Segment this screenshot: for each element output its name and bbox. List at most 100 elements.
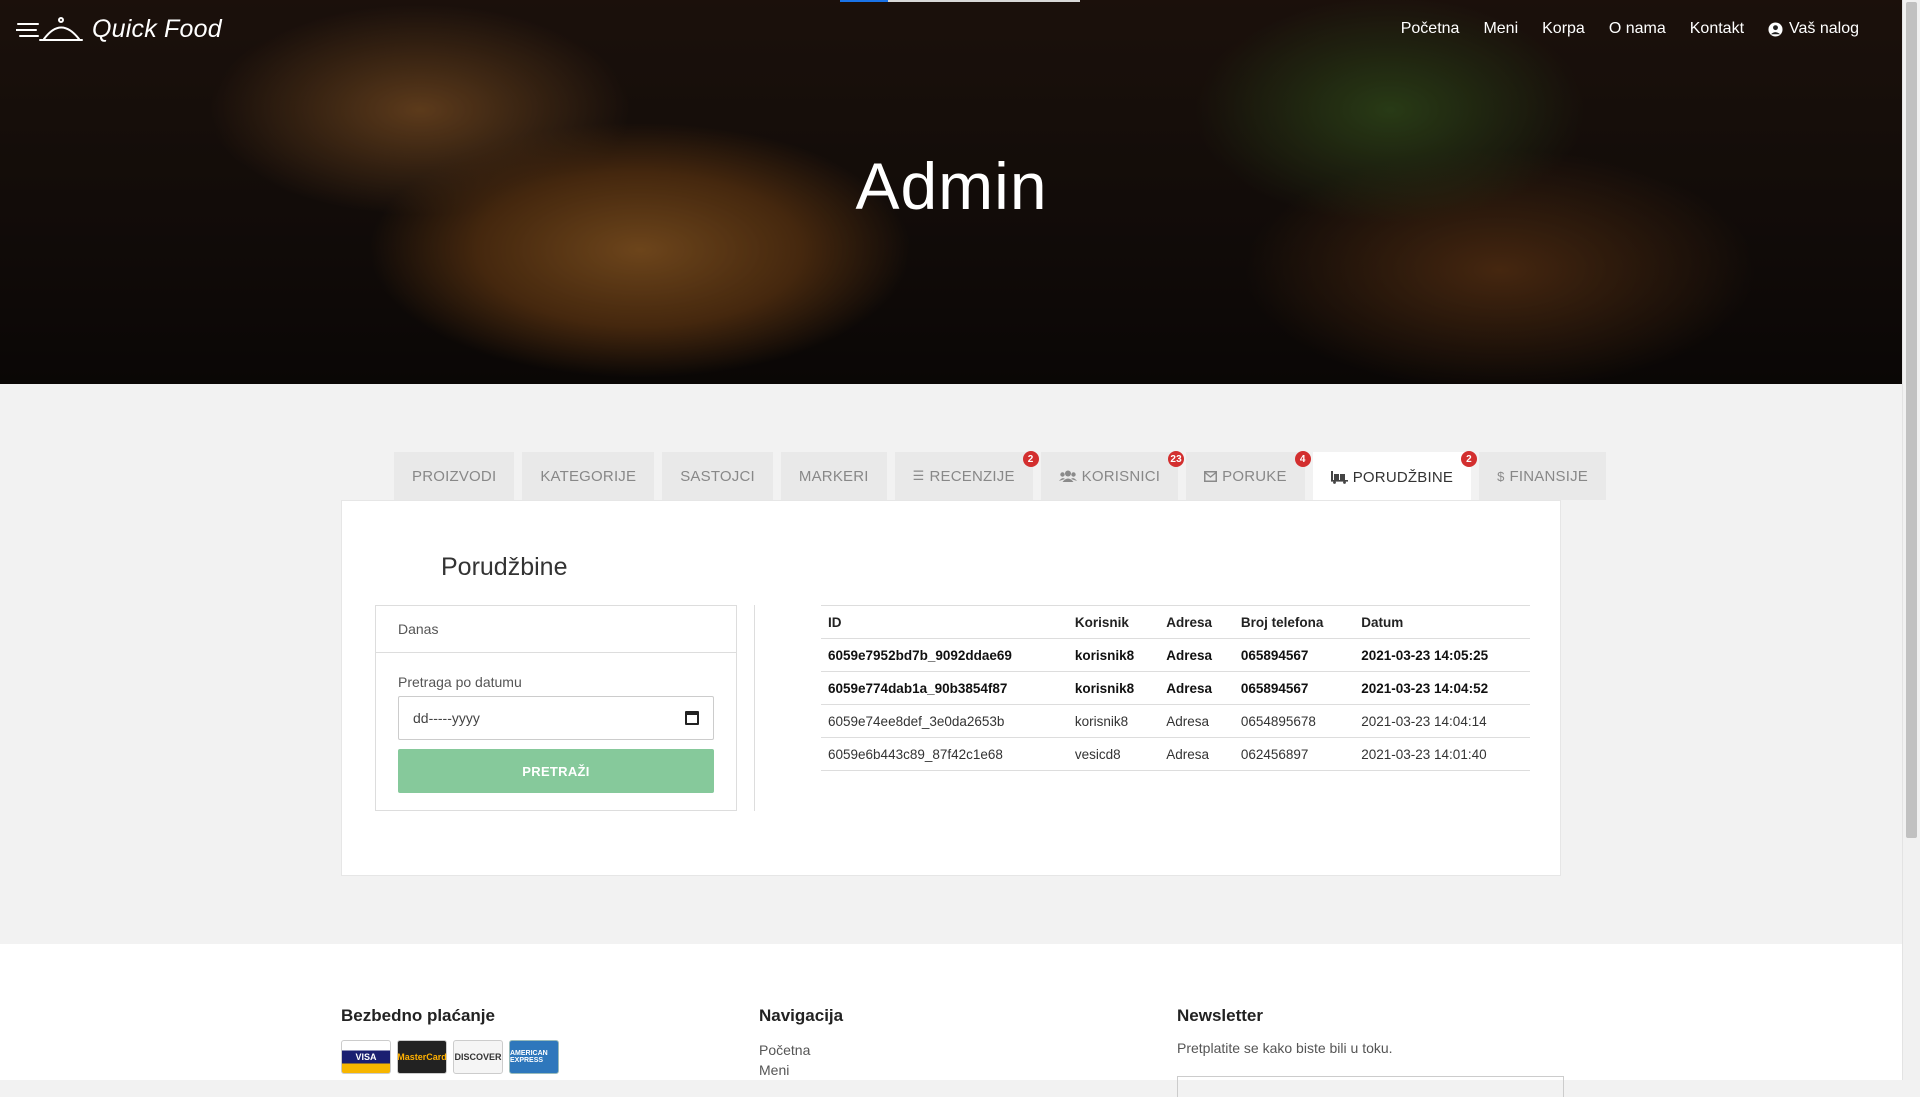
date-filter-box: Danas Pretraga po datumu dd-----yyyy PRE… — [375, 605, 737, 811]
cell-date: 2021-03-23 14:05:25 — [1354, 638, 1530, 672]
tab-label: SASTOJCI — [680, 467, 755, 485]
cell-date: 2021-03-23 14:01:40 — [1354, 737, 1530, 771]
cell-date: 2021-03-23 14:04:52 — [1354, 671, 1530, 705]
calendar-icon[interactable] — [685, 711, 699, 725]
cell-phone: 065894567 — [1233, 638, 1355, 672]
page-scrollbar[interactable] — [1902, 0, 1920, 1080]
cell-address: Adresa — [1159, 704, 1234, 738]
tab-finansije[interactable]: $ FINANSIJE — [1479, 452, 1606, 500]
newsletter-text: Pretplatite se kako biste bili u toku. — [1177, 1040, 1393, 1056]
date-search-label: Pretraga po datumu — [398, 674, 522, 690]
orders-panel: Porudžbine Danas Pretraga po datumu dd--… — [341, 500, 1561, 876]
site-footer: Bezbedno plaćanje VISA MasterCard DISCOV… — [0, 944, 1903, 1097]
tab-label: PROIZVODI — [412, 467, 497, 485]
cell-id: 6059e74ee8def_3e0da2653b — [821, 704, 1068, 738]
tab-kategorije[interactable]: KATEGORIJE — [522, 452, 655, 500]
date-placeholder: dd-----yyyy — [413, 710, 480, 726]
users-icon — [1058, 470, 1077, 482]
nav-link-o-nama[interactable]: O nama — [1609, 20, 1666, 38]
list-icon: ☰ — [912, 468, 925, 483]
tab-poruke[interactable]: PORUKE 4 — [1186, 451, 1311, 500]
count-badge: 23 — [1168, 451, 1185, 467]
tab-label: PORUDŽBINE — [1352, 468, 1454, 486]
loading-indicator — [840, 0, 1080, 2]
count-badge: 2 — [1022, 451, 1039, 467]
tab-label: RECENZIJE — [929, 467, 1015, 485]
column-header-id: ID — [821, 605, 1068, 639]
tab-label: MARKERI — [798, 467, 869, 485]
newsletter-title: Newsletter — [1177, 1006, 1263, 1025]
cell-date: 2021-03-23 14:04:14 — [1354, 704, 1530, 738]
brand-logo[interactable]: Quick Food — [16, 14, 222, 44]
footer-payment: Bezbedno plaćanje VISA MasterCard DISCOV… — [341, 1006, 559, 1074]
tab-markeri[interactable]: MARKERI — [780, 452, 887, 500]
envelope-icon — [1204, 470, 1218, 482]
discover-card-icon: DISCOVER — [453, 1040, 503, 1074]
cloche-icon — [16, 17, 83, 41]
account-label: Vaš nalog — [1789, 20, 1859, 37]
cell-id: 6059e774dab1a_90b3854f87 — [821, 671, 1068, 705]
scrollbar-thumb[interactable] — [1906, 2, 1917, 838]
cell-id: 6059e6b443c89_87f42c1e68 — [821, 737, 1068, 771]
user-circle-icon — [1768, 21, 1783, 37]
cell-phone: 062456897 — [1233, 737, 1355, 771]
cell-phone: 0654895678 — [1233, 704, 1355, 738]
cell-id: 6059e7952bd7b_9092ddae69 — [821, 638, 1068, 672]
cell-address: Adresa — [1159, 671, 1234, 705]
footer-newsletter: Newsletter Pretplatite se kako biste bil… — [1177, 1006, 1564, 1097]
admin-tabs: PROIZVODI KATEGORIJE SASTOJCI MARKERI ☰ … — [394, 451, 1606, 502]
nav-link-kontakt[interactable]: Kontakt — [1690, 20, 1744, 38]
tab-korisnici[interactable]: KORISNICI 23 — [1040, 451, 1185, 500]
cell-user: korisnik8 — [1067, 638, 1160, 672]
cell-address: Adresa — [1159, 737, 1234, 771]
divider — [754, 605, 755, 811]
column-header-date: Datum — [1354, 605, 1530, 639]
footer-navigation: Navigacija Početna Meni — [759, 1006, 843, 1080]
table-row[interactable]: 6059e7952bd7b_9092ddae69 korisnik8 Adres… — [821, 638, 1530, 672]
table-row[interactable]: 6059e6b443c89_87f42c1e68 vesicd8 Adresa … — [821, 737, 1530, 771]
search-button[interactable]: PRETRAŽI — [398, 749, 714, 793]
nav-link-account[interactable]: Vaš nalog — [1768, 20, 1859, 38]
count-badge: 2 — [1461, 451, 1478, 467]
tab-recenzije[interactable]: ☰ RECENZIJE 2 — [894, 451, 1039, 500]
tab-label: KORISNICI — [1081, 467, 1161, 485]
filter-today[interactable]: Danas — [376, 606, 736, 653]
table-row[interactable]: 6059e774dab1a_90b3854f87 korisnik8 Adres… — [821, 671, 1530, 705]
newsletter-email-input[interactable] — [1177, 1076, 1564, 1097]
cell-user: korisnik8 — [1067, 671, 1160, 705]
nav-link-meni[interactable]: Meni — [1483, 20, 1518, 38]
cell-phone: 065894567 — [1233, 671, 1355, 705]
hero-banner: Quick Food Početna Meni Korpa O nama Kon… — [0, 0, 1903, 384]
tab-porudzbine[interactable]: PORUDŽBINE 2 — [1312, 451, 1478, 502]
cell-user: vesicd8 — [1067, 737, 1160, 771]
page-title: Admin — [855, 149, 1048, 223]
tab-sastojci[interactable]: SASTOJCI — [662, 452, 773, 500]
truck-icon — [1330, 470, 1348, 484]
table-row[interactable]: 6059e74ee8def_3e0da2653b korisnik8 Adres… — [821, 704, 1530, 738]
tab-proizvodi[interactable]: PROIZVODI — [394, 452, 515, 500]
footer-link-pocetna[interactable]: Početna — [759, 1040, 843, 1060]
nav-link-korpa[interactable]: Korpa — [1542, 20, 1585, 38]
nav-link-pocetna[interactable]: Početna — [1401, 20, 1460, 38]
column-header-phone: Broj telefona — [1233, 605, 1355, 639]
main-nav: Početna Meni Korpa O nama Kontakt Vaš na… — [1401, 20, 1859, 38]
footer-payment-title: Bezbedno plaćanje — [341, 1006, 495, 1025]
orders-table: ID Korisnik Adresa Broj telefona Datum 6… — [821, 605, 1530, 771]
amex-card-icon: AMERICAN EXPRESS — [509, 1040, 559, 1074]
footer-nav-title: Navigacija — [759, 1006, 844, 1025]
visa-card-icon: VISA — [341, 1040, 391, 1074]
tab-label: PORUKE — [1222, 467, 1287, 485]
mastercard-card-icon: MasterCard — [397, 1040, 447, 1074]
footer-link-meni[interactable]: Meni — [759, 1060, 843, 1080]
payment-cards: VISA MasterCard DISCOVER AMERICAN EXPRES… — [341, 1040, 559, 1074]
date-input[interactable]: dd-----yyyy — [398, 696, 714, 740]
dollar-icon: $ — [1497, 468, 1505, 484]
tab-label: KATEGORIJE — [540, 467, 637, 485]
cell-user: korisnik8 — [1067, 704, 1160, 738]
tab-label: FINANSIJE — [1509, 467, 1588, 485]
column-header-address: Adresa — [1159, 605, 1234, 639]
brand-name: Quick Food — [92, 14, 222, 43]
table-header-row: ID Korisnik Adresa Broj telefona Datum — [821, 605, 1530, 639]
cell-address: Adresa — [1159, 638, 1234, 672]
count-badge: 4 — [1294, 451, 1311, 467]
